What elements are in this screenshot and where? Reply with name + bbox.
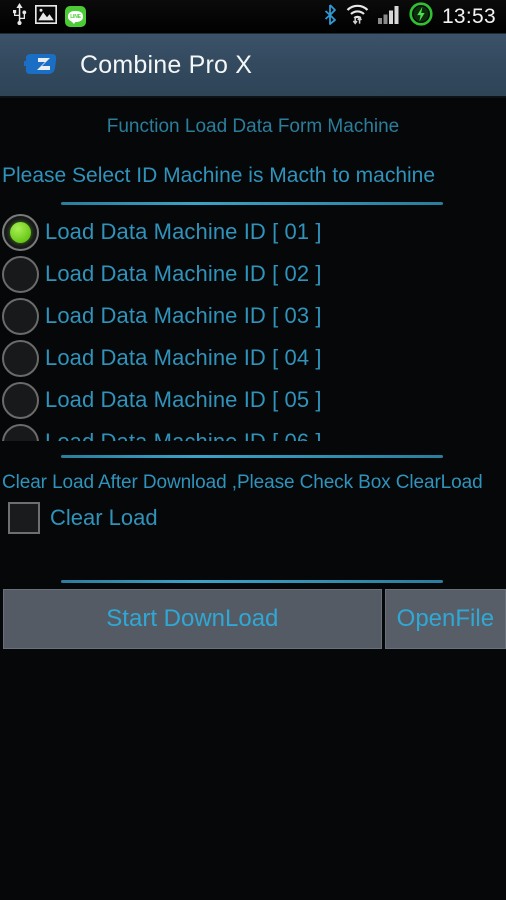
radio-selected-dot-icon (10, 221, 31, 243)
line-app-label: LINE (68, 11, 83, 24)
radio-button-02[interactable] (2, 255, 39, 293)
usb-icon (12, 3, 27, 30)
machine-id-radio-group[interactable]: Load Data Machine ID [ 01 ] Load Data Ma… (0, 211, 506, 441)
radio-button-06[interactable] (2, 423, 39, 441)
battery-charging-icon (409, 2, 433, 31)
clear-load-note: Clear Load After Download ,Please Check … (2, 472, 483, 493)
status-bar-clock: 13:53 (441, 4, 496, 28)
photo-icon (34, 4, 58, 29)
radio-option-03[interactable]: Load Data Machine ID [ 03 ] (0, 295, 506, 337)
line-app-icon: LINE (65, 6, 86, 27)
radio-button-04[interactable] (2, 339, 39, 377)
clear-load-checkbox-row[interactable]: Clear Load (0, 494, 506, 534)
clear-load-checkbox[interactable] (8, 502, 40, 534)
main-content: Function Load Data Form Machine Please S… (0, 98, 506, 900)
radio-option-04[interactable]: Load Data Machine ID [ 04 ] (0, 337, 506, 379)
instruction-text: Please Select ID Machine is Macth to mac… (2, 164, 436, 187)
radio-option-06[interactable]: Load Data Machine ID [ 06 ] (0, 421, 506, 441)
function-title: Function Load Data Form Machine (106, 116, 400, 137)
status-bar: LINE 13:53 (0, 0, 506, 34)
open-file-button[interactable]: OpenFile (384, 589, 506, 649)
radio-option-02[interactable]: Load Data Machine ID [ 02 ] (0, 253, 506, 295)
radio-button-05[interactable] (2, 381, 39, 419)
bluetooth-icon (324, 3, 337, 30)
radio-label-01: Load Data Machine ID [ 01 ] (45, 219, 322, 244)
clear-load-checkbox-label: Clear Load (50, 505, 158, 530)
radio-label-04: Load Data Machine ID [ 04 ] (45, 345, 322, 370)
radio-button-03[interactable] (2, 297, 39, 335)
app-screen: LINE 13:53 Combine Pro X Function Load D… (0, 0, 506, 900)
radio-label-02: Load Data Machine ID [ 02 ] (45, 261, 322, 286)
radio-label-06: Load Data Machine ID [ 06 ] (45, 429, 322, 441)
radio-button-01[interactable] (2, 213, 39, 251)
action-button-row: Start DownLoad OpenFile (0, 583, 506, 649)
cellular-signal-icon (377, 4, 400, 29)
action-bar: Combine Pro X (0, 34, 506, 98)
radio-label-05: Load Data Machine ID [ 05 ] (45, 387, 322, 412)
radio-option-01[interactable]: Load Data Machine ID [ 01 ] (0, 211, 506, 253)
app-title: Combine Pro X (80, 50, 253, 79)
radio-label-03: Load Data Machine ID [ 03 ] (45, 303, 322, 328)
divider-top (61, 202, 443, 205)
status-bar-left-icons: LINE (0, 3, 86, 30)
app-logo-icon (24, 52, 58, 78)
radio-option-05[interactable]: Load Data Machine ID [ 05 ] (0, 379, 506, 421)
wifi-icon (346, 4, 369, 30)
status-bar-right-icons: 13:53 (324, 2, 506, 31)
start-download-button[interactable]: Start DownLoad (3, 589, 382, 649)
